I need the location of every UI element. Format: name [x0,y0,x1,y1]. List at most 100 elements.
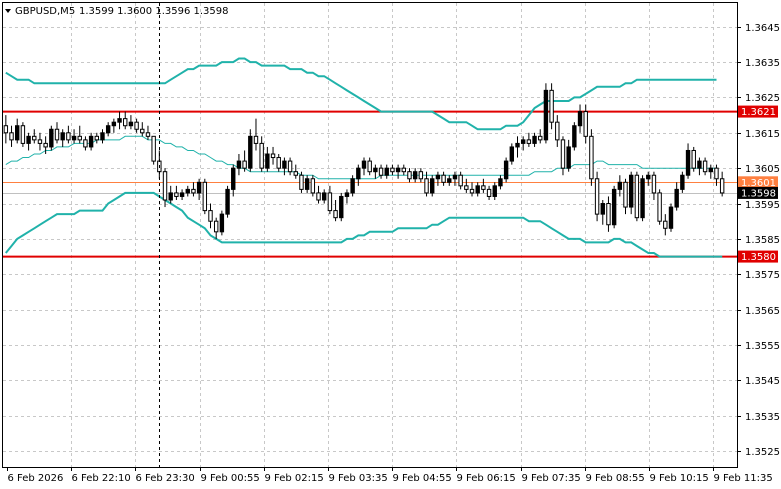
candle-body [265,153,270,169]
y-tick-label: 1.3595 [745,200,780,211]
candle-body [589,135,594,180]
candle [430,175,435,197]
candle-body [88,135,94,148]
candle-body [140,128,145,134]
y-tick-label: 1.3605 [745,164,780,175]
candle-body [270,153,276,159]
candle-body [26,135,31,144]
candle [219,210,225,236]
candle-body [435,174,441,180]
candle-body [339,195,344,219]
candle-body [83,139,88,148]
candle-body [196,181,202,194]
candle-body [560,139,566,169]
candle-body [100,132,105,141]
candle-body [253,135,259,144]
candle-body [430,178,435,194]
candle-body [538,135,543,141]
candle-body [458,174,463,187]
chart-background [0,0,781,489]
candle-body [9,132,14,141]
x-tick-label: 9 Feb 07:35 [522,473,581,484]
candle-body [15,125,20,141]
candle-body [447,178,452,183]
candle-body [520,139,526,144]
candle-body [464,185,469,190]
candle-body [287,160,293,173]
candle-body [634,174,640,219]
x-tick-label: 9 Feb 02:15 [265,473,324,484]
candle-body [213,220,219,233]
candle [668,203,674,232]
candle [543,83,549,144]
candle-body [401,167,407,173]
x-tick-label: 9 Feb 08:55 [586,473,645,484]
x-tick-label: 6 Feb 23:30 [136,473,195,484]
candle-body [680,174,685,190]
candle-body [583,111,588,137]
candle-body [708,167,713,173]
candle-body [282,160,287,169]
candle-body [498,178,503,187]
symbol-label: GBPUSD,M5 [15,6,75,17]
candle [503,157,509,183]
candle-body [162,171,168,201]
ohlc-label: 1.3599 1.3600 1.3596 1.3598 [79,6,229,17]
candle-body [469,188,475,194]
candle-body [168,192,173,201]
candle-body [509,146,515,162]
candle-body [208,210,213,222]
candle-body [49,128,54,148]
candle-body [185,188,190,194]
candle-body [594,178,600,215]
x-tick-label: 9 Feb 00:55 [201,473,260,484]
y-tick-label: 1.3625 [745,93,780,104]
y-tick-label: 1.3525 [745,447,780,458]
y-tick-label: 1.3585 [745,235,780,246]
candle-body [174,192,179,197]
price-chart[interactable]: 1.36451.36351.36251.36151.36051.35951.35… [0,0,781,489]
candle-body [373,167,378,173]
candle-body [236,160,242,169]
candle [634,171,640,222]
candle-body [441,174,446,183]
candle-body [600,203,605,215]
y-tick-label: 1.3555 [745,341,780,352]
candle-body [43,142,48,148]
x-tick-label: 9 Feb 11:35 [714,473,773,484]
candle-body [623,181,628,208]
candle [657,189,662,225]
candle-body [219,213,225,233]
candle [572,122,577,151]
candle-body [304,178,310,190]
level-price-tag: 1.3580 [738,250,778,263]
candle-body [566,146,571,169]
candle-body [606,203,611,226]
candle-body [555,121,560,141]
candle-body [515,142,520,148]
candle-body [123,118,128,127]
x-tick-label: 9 Feb 06:15 [457,473,516,484]
y-tick-label: 1.3575 [745,270,780,281]
candle-body [276,157,281,169]
current-price-tag-text: 1.3598 [741,188,776,199]
current-price-tag: 1.3598 [738,186,778,199]
candle-body [412,171,418,180]
candle-body [424,178,429,194]
candle-body [242,160,247,169]
candle [151,135,156,165]
level-price-tag-text: 1.3621 [741,107,776,118]
candle-body [134,121,139,130]
candle-body [577,111,583,127]
candle [202,178,208,215]
candle-body [390,167,395,173]
candle [680,171,685,193]
candle-body [356,167,361,180]
candle-body [32,135,37,141]
candle-body [231,167,236,190]
candle-body [719,178,725,194]
level-price-tag-text: 1.3580 [741,252,776,263]
candle-body [628,174,634,208]
candle [589,129,594,186]
candle-body [350,178,355,194]
